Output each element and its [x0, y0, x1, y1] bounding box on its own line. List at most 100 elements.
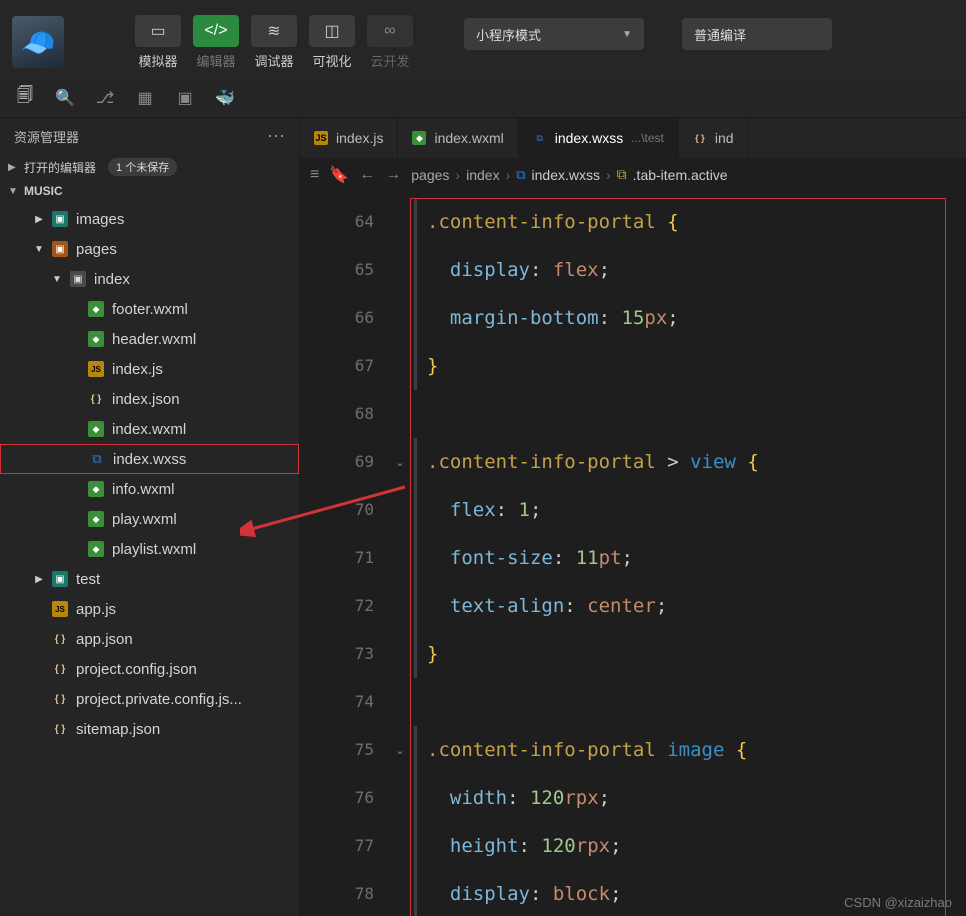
- chevron-right-icon: ▶: [8, 162, 18, 173]
- tree-folder[interactable]: ▼▣pages: [0, 234, 299, 264]
- tree-file[interactable]: ◆play.wxml: [0, 504, 299, 534]
- visualize-label: 可视化: [312, 51, 351, 70]
- breadcrumb-bar: ≡ 🔖 ← → pages › index › ⧉ index.wxss › ⧉…: [300, 158, 966, 192]
- line-number: 77: [300, 822, 374, 870]
- back-icon[interactable]: ←: [359, 166, 375, 184]
- tree-item-label: test: [76, 571, 100, 588]
- tree-file[interactable]: { } index.json: [0, 384, 299, 414]
- tree-file[interactable]: { }project.private.config.js...: [0, 684, 299, 714]
- code-icon: </>: [193, 15, 239, 47]
- compile-dropdown[interactable]: 普通编译: [682, 18, 832, 50]
- tree-file[interactable]: ◆footer.wxml: [0, 294, 299, 324]
- code-line: text-align: center;: [414, 582, 966, 630]
- open-editors-label: 打开的编辑器: [24, 159, 96, 176]
- list-icon[interactable]: ≡: [310, 166, 319, 184]
- explorer-icon[interactable]: 🗐: [14, 87, 36, 109]
- more-icon[interactable]: ⋯: [267, 126, 285, 147]
- editor-tab[interactable]: ⧉index.wxss...\test: [519, 118, 679, 158]
- line-number: 69: [300, 438, 374, 486]
- simulator-button[interactable]: ▭ 模拟器: [132, 15, 184, 70]
- docker-icon[interactable]: 🐳: [214, 87, 236, 109]
- line-number: 73: [300, 630, 374, 678]
- code-line: .content-info-portal image {: [414, 726, 966, 774]
- cloud-icon: ∞: [367, 15, 413, 47]
- tree-file[interactable]: ⧉index.wxss: [0, 444, 299, 474]
- tree-folder[interactable]: ▼▣index: [0, 264, 299, 294]
- tree-item-label: project.private.config.js...: [76, 691, 242, 708]
- search-icon[interactable]: 🔍: [54, 87, 76, 109]
- fold-marker: [390, 630, 410, 678]
- tree-file[interactable]: ◆header.wxml: [0, 324, 299, 354]
- tree-file[interactable]: { }project.config.json: [0, 654, 299, 684]
- tree-file[interactable]: ◆info.wxml: [0, 474, 299, 504]
- tab-label: index.wxss: [555, 130, 623, 146]
- line-number: 64: [300, 198, 374, 246]
- avatar[interactable]: 🧢: [12, 16, 64, 68]
- open-editors-section[interactable]: ▶ 打开的编辑器 1 个未保存: [0, 154, 299, 180]
- tree-item-label: play.wxml: [112, 511, 177, 528]
- js-icon: JS: [52, 601, 68, 617]
- line-number: 72: [300, 582, 374, 630]
- code-content: .content-info-portal { display: flex; ma…: [410, 192, 966, 916]
- source-control-icon[interactable]: ⎇: [94, 87, 116, 109]
- code-line: .content-info-portal {: [414, 198, 966, 246]
- visualize-button[interactable]: ◫ 可视化: [306, 15, 358, 70]
- editor-button[interactable]: </> 编辑器: [190, 15, 242, 70]
- tree-file[interactable]: JSindex.js: [0, 354, 299, 384]
- device-icon: ▭: [135, 15, 181, 47]
- tree-item-label: index.json: [112, 391, 180, 408]
- tree-item-label: pages: [76, 241, 117, 258]
- chevron-right-icon: ▶: [34, 574, 44, 585]
- run-icon[interactable]: ▣: [174, 87, 196, 109]
- wxml-icon: ◆: [88, 301, 104, 317]
- json-icon: { }: [88, 391, 104, 407]
- js-icon: JS: [314, 131, 328, 145]
- forward-icon[interactable]: →: [385, 166, 401, 184]
- tree-item-label: index: [94, 271, 130, 288]
- wxml-icon: ◆: [88, 541, 104, 557]
- fold-marker[interactable]: ⌄: [390, 438, 410, 486]
- debug-icon: ≋: [251, 15, 297, 47]
- tree-folder[interactable]: ▶▣images: [0, 204, 299, 234]
- editor-tabs: JSindex.js◆index.wxml⧉index.wxss...\test…: [300, 118, 966, 158]
- code-line: width: 120rpx;: [414, 774, 966, 822]
- fold-marker: [390, 678, 410, 726]
- chevron-down-icon: ▼: [8, 186, 18, 197]
- json-icon: { }: [693, 131, 707, 145]
- tree-file[interactable]: { }sitemap.json: [0, 714, 299, 744]
- bookmark-icon[interactable]: 🔖: [329, 165, 349, 185]
- cloud-dev-button[interactable]: ∞ 云开发: [364, 15, 416, 70]
- editor-tab[interactable]: JSindex.js: [300, 118, 398, 158]
- code-line: }: [414, 630, 966, 678]
- wxml-icon: ◆: [412, 131, 426, 145]
- fold-marker: [390, 582, 410, 630]
- tree-item-label: index.wxss: [113, 451, 186, 468]
- line-number: 65: [300, 246, 374, 294]
- code-editor[interactable]: 64656667686970717273747576777879 ⌄⌄ .con…: [300, 192, 966, 916]
- fold-marker[interactable]: ⌄: [390, 726, 410, 774]
- mode-dropdown[interactable]: 小程序模式 ▼: [464, 18, 644, 50]
- breadcrumb-file: index.wxss: [532, 167, 600, 183]
- chevron-down-icon: ▼: [34, 244, 44, 255]
- tree-folder[interactable]: ▶▣test: [0, 564, 299, 594]
- debugger-button[interactable]: ≋ 调试器: [248, 15, 300, 70]
- tree-item-label: header.wxml: [112, 331, 196, 348]
- tree-file[interactable]: ◆index.wxml: [0, 414, 299, 444]
- tree-file[interactable]: ◆playlist.wxml: [0, 534, 299, 564]
- chevron-right-icon: ›: [455, 167, 460, 183]
- tree-file[interactable]: { }app.json: [0, 624, 299, 654]
- explorer-title: 资源管理器: [14, 127, 79, 146]
- line-number: 76: [300, 774, 374, 822]
- editor-tab[interactable]: ◆index.wxml: [398, 118, 518, 158]
- tree-file[interactable]: JSapp.js: [0, 594, 299, 624]
- extensions-icon[interactable]: ▦: [134, 87, 156, 109]
- code-line: }: [414, 342, 966, 390]
- code-line: .content-info-portal > view {: [414, 438, 966, 486]
- breadcrumb[interactable]: pages › index › ⧉ index.wxss › ⧉ .tab-it…: [411, 166, 956, 183]
- chevron-right-icon: ›: [506, 167, 511, 183]
- tool-group: ▭ 模拟器 </> 编辑器 ≋ 调试器 ◫ 可视化 ∞ 云开发: [132, 15, 416, 70]
- chevron-down-icon: ▼: [52, 274, 62, 285]
- project-section[interactable]: ▼ MUSIC: [0, 180, 299, 202]
- editor-tab[interactable]: { }ind: [679, 118, 749, 158]
- code-line: display: flex;: [414, 246, 966, 294]
